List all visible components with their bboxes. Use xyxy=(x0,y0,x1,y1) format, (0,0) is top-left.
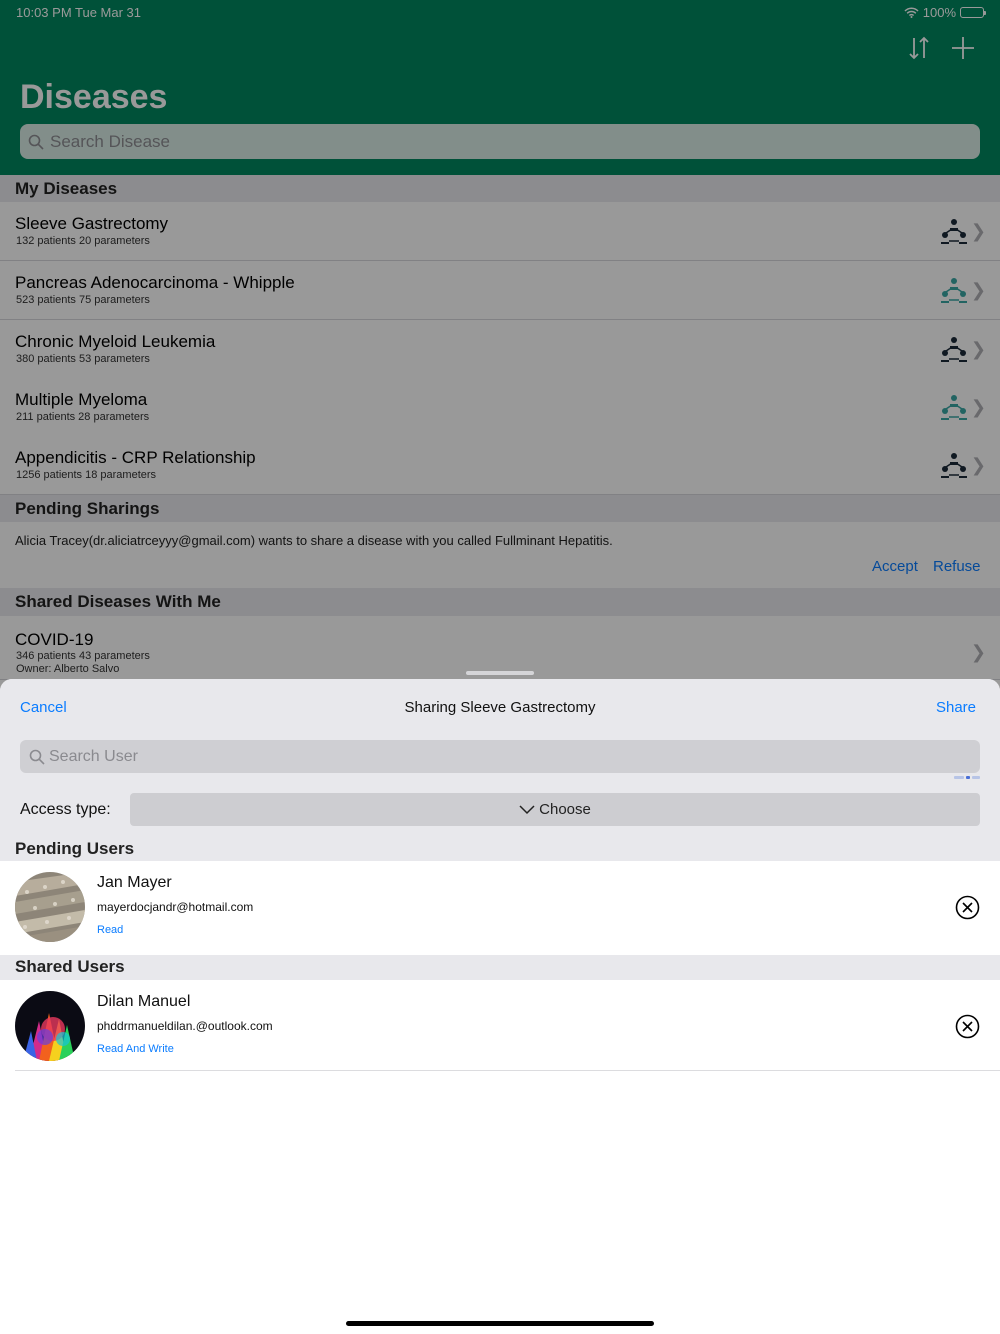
chevron-down-icon xyxy=(519,804,535,814)
user-email: mayerdocjandr@hotmail.com xyxy=(97,900,254,914)
user-search-field[interactable]: Search User xyxy=(20,740,980,773)
share-button[interactable]: Share xyxy=(936,699,976,716)
share-sheet: Cancel Sharing Sleeve Gastrectomy Share … xyxy=(0,679,1000,1334)
sheet-grabber[interactable] xyxy=(466,671,534,675)
avatar xyxy=(15,872,85,942)
user-name: Dilan Manuel xyxy=(97,993,191,1010)
user-access-type[interactable]: Read xyxy=(97,924,123,936)
access-type-value: Choose xyxy=(539,801,591,818)
remove-user-icon[interactable] xyxy=(955,1014,980,1039)
user-access-type[interactable]: Read And Write xyxy=(97,1043,174,1055)
pending-users-heading: Pending Users xyxy=(0,839,1000,861)
access-type-dropdown[interactable]: Choose xyxy=(130,793,980,826)
user-search-placeholder: Search User xyxy=(49,747,138,765)
remove-user-icon[interactable] xyxy=(955,895,980,920)
user-email: phddrmanueldilan.@outlook.com xyxy=(97,1019,273,1033)
watermark-logo xyxy=(954,776,980,780)
sheet-header: Cancel Sharing Sleeve Gastrectomy Share … xyxy=(0,679,1000,839)
list-divider xyxy=(15,1070,1000,1071)
access-type-label: Access type: xyxy=(20,801,111,818)
home-indicator[interactable] xyxy=(346,1321,654,1326)
search-icon xyxy=(29,749,45,765)
shared-users-heading: Shared Users xyxy=(0,955,1000,980)
avatar xyxy=(15,991,85,1061)
pending-user-row: Jan Mayer mayerdocjandr@hotmail.com Read xyxy=(0,861,1000,953)
shared-user-row: Dilan Manuel phddrmanueldilan.@outlook.c… xyxy=(0,980,1000,1072)
user-name: Jan Mayer xyxy=(97,874,172,891)
sheet-title: Sharing Sleeve Gastrectomy xyxy=(404,699,596,716)
